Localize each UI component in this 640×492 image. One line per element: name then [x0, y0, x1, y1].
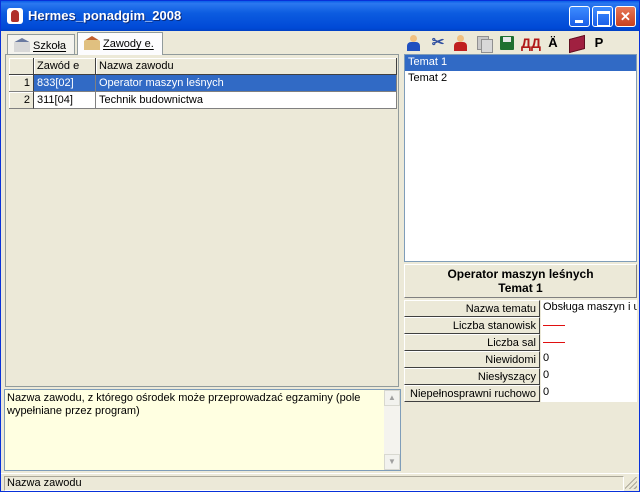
- scroll-up-icon[interactable]: ▲: [384, 390, 400, 406]
- table-row[interactable]: 2 311[04] Technik budownictwa: [9, 92, 397, 109]
- topic-info-header: Operator maszyn leśnych Temat 1: [404, 264, 637, 298]
- p-icon[interactable]: P: [590, 34, 608, 52]
- properties-grid: Nazwa tematu Obsługa maszyn i u Liczba s…: [404, 300, 637, 402]
- prop-value-input[interactable]: [541, 334, 637, 351]
- status-text: Nazwa zawodu: [4, 476, 624, 491]
- help-description: Nazwa zawodu, z którego ośrodek może prz…: [4, 389, 401, 471]
- resize-grip-icon[interactable]: [625, 477, 637, 489]
- column-header-name[interactable]: Nazwa zawodu: [96, 58, 397, 75]
- copy-icon[interactable]: [475, 34, 493, 53]
- list-item-temat-1[interactable]: Temat 1: [405, 55, 636, 71]
- school-icon: [14, 38, 30, 52]
- a-umlaut-icon[interactable]: Ä: [544, 34, 562, 52]
- prop-value-input[interactable]: 0: [541, 368, 637, 385]
- prop-value-input[interactable]: 0: [541, 385, 637, 402]
- grid-header: Zawód e Nazwa zawodu: [9, 58, 397, 75]
- prop-liczba-sal: Liczba sal: [404, 334, 637, 351]
- users-icon[interactable]: [405, 34, 423, 52]
- prop-value-input[interactable]: 0: [541, 351, 637, 368]
- cell-name[interactable]: Technik budownictwa: [96, 92, 397, 109]
- column-header-code[interactable]: Zawód e: [34, 58, 96, 75]
- prop-label: Nazwa tematu: [404, 300, 540, 317]
- list-item-temat-2[interactable]: Temat 2: [405, 71, 636, 87]
- scroll-down-icon[interactable]: ▼: [384, 454, 400, 470]
- tab-zawody[interactable]: Zawody e.: [77, 32, 163, 55]
- title-bar[interactable]: Hermes_ponadgim_2008 ✕: [1, 1, 639, 31]
- minimize-button[interactable]: [569, 6, 590, 27]
- users-red-icon[interactable]: [452, 34, 470, 52]
- cell-code[interactable]: 833[02]: [34, 75, 96, 92]
- tab-szkola[interactable]: Szkoła: [7, 34, 75, 54]
- table-row[interactable]: 1 833[02] Operator maszyn leśnych: [9, 75, 397, 92]
- app-icon[interactable]: [7, 8, 23, 24]
- topic-list[interactable]: Temat 1 Temat 2: [404, 54, 637, 262]
- empty-required-marker: [543, 342, 565, 343]
- binoculars-icon[interactable]: ДД: [521, 34, 541, 52]
- prop-label: Niesłyszący: [404, 368, 540, 385]
- toolbar: ДД Ä P: [405, 32, 637, 54]
- app-window: Hermes_ponadgim_2008 ✕ Szkoła Zawody e. …: [0, 0, 640, 492]
- help-scrollbar[interactable]: ▲ ▼: [384, 390, 400, 470]
- prop-value-input[interactable]: Obsługa maszyn i u: [541, 300, 637, 317]
- tab-label: Szkoła: [33, 40, 67, 52]
- topic-subtitle: Temat 1: [498, 281, 543, 295]
- tab-label: Zawody e.: [103, 38, 154, 50]
- save-icon[interactable]: [498, 34, 516, 52]
- right-bottom-pane: [404, 402, 637, 472]
- status-bar: Nazwa zawodu: [1, 473, 639, 491]
- window-title: Hermes_ponadgim_2008: [28, 8, 182, 23]
- cut-icon[interactable]: [429, 34, 447, 52]
- row-number-header[interactable]: [9, 58, 34, 75]
- prop-niewidomi: Niewidomi 0: [404, 351, 637, 368]
- prop-label: Niewidomi: [404, 351, 540, 368]
- book-icon[interactable]: [567, 34, 585, 52]
- professions-panel: Zawód e Nazwa zawodu 1 833[02] Operator …: [5, 54, 399, 387]
- cell-code[interactable]: 311[04]: [34, 92, 96, 109]
- prop-niepelnosprawni-ruchowo: Niepełnosprawni ruchowo 0: [404, 385, 637, 402]
- help-text: Nazwa zawodu, z którego ośrodek może prz…: [7, 392, 361, 417]
- maximize-button[interactable]: [592, 6, 613, 27]
- cell-name[interactable]: Operator maszyn leśnych: [96, 75, 397, 92]
- profession-title: Operator maszyn leśnych: [447, 267, 594, 281]
- prop-value-input[interactable]: [541, 317, 637, 334]
- empty-required-marker: [543, 325, 565, 326]
- prop-label: Liczba sal: [404, 334, 540, 351]
- close-button[interactable]: ✕: [615, 6, 636, 27]
- row-number[interactable]: 2: [9, 92, 34, 109]
- building-icon: [84, 36, 100, 50]
- prop-label: Niepełnosprawni ruchowo: [404, 385, 540, 402]
- prop-nieslyszacy: Niesłyszący 0: [404, 368, 637, 385]
- prop-nazwa-tematu: Nazwa tematu Obsługa maszyn i u: [404, 300, 637, 317]
- prop-liczba-stanowisk: Liczba stanowisk: [404, 317, 637, 334]
- prop-label: Liczba stanowisk: [404, 317, 540, 334]
- row-number[interactable]: 1: [9, 75, 34, 92]
